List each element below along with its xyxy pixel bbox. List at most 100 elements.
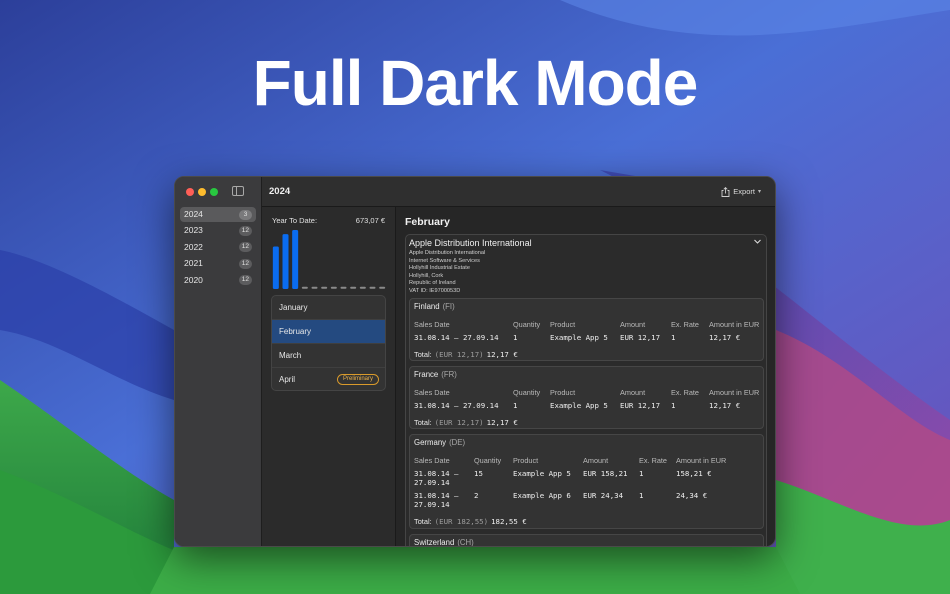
month-label: January xyxy=(279,303,308,312)
year-label: 2021 xyxy=(184,258,203,269)
header-ex-rate: Ex. Rate xyxy=(671,388,699,397)
total-row: Total: (EUR 12,17) 12,17 € xyxy=(414,350,518,359)
bar-sep xyxy=(350,286,357,289)
count-badge: 12 xyxy=(238,225,252,236)
cell-sales-date: 27.09.14 xyxy=(414,500,450,509)
cell-product: Example App 6 xyxy=(513,491,571,500)
year-label: 2023 xyxy=(184,225,203,236)
header-amount-eur: Amount in EUR xyxy=(676,456,727,465)
address-line: Hollyhill Industrial Estate xyxy=(409,265,470,272)
cell-amount: EUR 24,34 xyxy=(583,491,624,500)
count-badge: 12 xyxy=(238,275,252,286)
preliminary-badge: Preliminary xyxy=(336,374,379,385)
app-window: 2024 3 2023 12 2022 12 2021 12 2020 12 2… xyxy=(174,176,776,547)
cell-sales-date: 31.08.14 — 27.09.14 xyxy=(414,401,499,410)
country-card-france: France (FR) Sales Date Quantity Product A… xyxy=(409,366,764,429)
hero-title: Full Dark Mode xyxy=(252,47,699,119)
header-product: Product xyxy=(513,456,539,465)
sidebar-toggle-icon[interactable] xyxy=(232,186,244,196)
cell-ex-rate: 1 xyxy=(671,401,676,410)
sidebar-item-2020[interactable]: 2020 12 xyxy=(180,273,256,288)
detail-title: February xyxy=(405,216,450,228)
bar-dec xyxy=(379,286,386,289)
month-item-april[interactable]: April Preliminary xyxy=(272,368,385,390)
bar-nov xyxy=(369,286,376,289)
header-quantity: Quantity xyxy=(513,388,541,397)
country-name: Switzerland (CH) xyxy=(414,538,474,546)
header-amount: Amount xyxy=(583,456,609,465)
cell-product: Example App 5 xyxy=(513,469,571,478)
toolbar: 2024 Export ▾ xyxy=(262,177,775,207)
supplier-address: Apple Distribution International Interne… xyxy=(409,250,485,296)
cell-quantity: 2 xyxy=(474,491,479,500)
bar-jul xyxy=(330,286,337,289)
cell-product: Example App 5 xyxy=(550,401,608,410)
total-row: Total: (EUR 182,55) 182,55 € xyxy=(414,517,527,526)
sidebar-item-2024[interactable]: 2024 3 xyxy=(180,207,256,222)
cell-product: Example App 5 xyxy=(550,333,608,342)
month-label: March xyxy=(279,351,302,360)
month-label: April xyxy=(279,375,296,384)
bar-mar xyxy=(292,230,299,289)
cell-amount-eur: 12,17 € xyxy=(709,333,741,342)
close-window-button[interactable] xyxy=(186,188,194,196)
month-label: February xyxy=(279,327,312,336)
cell-sales-date: 31.08.14 — xyxy=(414,469,459,478)
header-amount-eur: Amount in EUR xyxy=(709,388,760,397)
month-item-january[interactable]: January xyxy=(272,296,385,320)
export-button[interactable]: Export ▾ xyxy=(716,184,766,200)
sidebar-item-2022[interactable]: 2022 12 xyxy=(180,240,256,255)
chevron-down-icon[interactable] xyxy=(753,237,762,246)
country-card-switzerland: Switzerland (CH) xyxy=(409,534,764,546)
header-product: Product xyxy=(550,320,576,329)
export-label: Export xyxy=(733,187,755,196)
cell-amount: EUR 12,17 xyxy=(620,401,661,410)
supplier-name: Apple Distribution International xyxy=(409,238,532,248)
year-label: 2024 xyxy=(184,209,203,219)
country-card-germany: Germany (DE) Sales Date Quantity Product … xyxy=(409,434,764,529)
header-amount: Amount xyxy=(620,320,646,329)
count-badge: 12 xyxy=(238,258,252,269)
cell-quantity: 1 xyxy=(513,401,518,410)
year-list: 2024 3 2023 12 2022 12 2021 12 2020 12 xyxy=(180,207,256,289)
header-amount-eur: Amount in EUR xyxy=(709,320,760,329)
month-panel: Year To Date: 673,07 € January February … xyxy=(262,207,396,546)
cell-amount-eur: 24,34 € xyxy=(676,491,708,500)
country-name: Finland (FI) xyxy=(414,302,455,311)
zoom-window-button[interactable] xyxy=(210,188,218,196)
share-icon xyxy=(721,187,730,197)
ytd-value: 673,07 € xyxy=(355,216,385,225)
cell-amount-eur: 12,17 € xyxy=(709,401,741,410)
month-item-february[interactable]: February xyxy=(272,320,385,344)
minimize-window-button[interactable] xyxy=(198,188,206,196)
bar-jun xyxy=(321,286,328,289)
cell-amount: EUR 12,17 xyxy=(620,333,661,342)
address-line: Internet Software & Services xyxy=(409,257,480,264)
header-sales-date: Sales Date xyxy=(414,456,450,465)
cell-sales-date: 27.09.14 xyxy=(414,478,450,487)
detail-panel: February Apple Distribution Internationa… xyxy=(396,207,775,546)
header-quantity: Quantity xyxy=(513,320,541,329)
cell-ex-rate: 1 xyxy=(639,491,644,500)
count-badge: 12 xyxy=(238,242,252,253)
month-item-march[interactable]: March xyxy=(272,344,385,368)
sidebar-item-2023[interactable]: 2023 12 xyxy=(180,223,256,238)
cell-sales-date: 31.08.14 — 27.09.14 xyxy=(414,333,499,342)
header-product: Product xyxy=(550,388,576,397)
cell-quantity: 15 xyxy=(474,469,483,478)
cell-amount-eur: 158,21 € xyxy=(676,469,712,478)
bar-may xyxy=(311,286,318,289)
address-line: VAT ID: IE9700053D xyxy=(409,287,461,294)
cell-sales-date: 31.08.14 — xyxy=(414,491,459,500)
monthly-bar-chart xyxy=(272,230,386,289)
total-row: Total: (EUR 12,17) 12,17 € xyxy=(414,418,518,427)
address-line: Apple Distribution International xyxy=(409,250,486,256)
header-quantity: Quantity xyxy=(474,456,502,465)
cell-quantity: 1 xyxy=(513,333,518,342)
sidebar-item-2021[interactable]: 2021 12 xyxy=(180,256,256,271)
bar-aug xyxy=(340,286,347,289)
cell-ex-rate: 1 xyxy=(671,333,676,342)
address-line: Republic of Ireland xyxy=(409,280,456,287)
address-line: Hollyhill, Cork xyxy=(409,272,444,279)
month-list: January February March April Preliminary xyxy=(271,295,386,391)
